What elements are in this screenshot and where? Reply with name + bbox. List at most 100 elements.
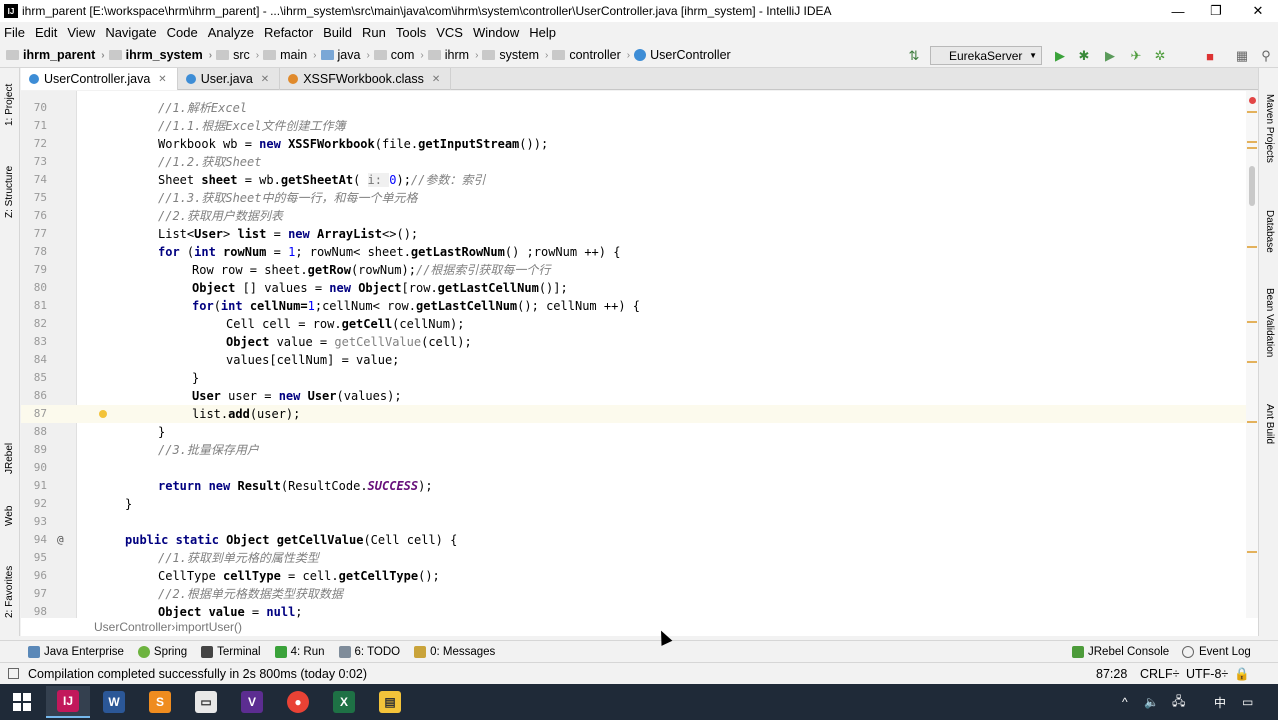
warning-mark[interactable] — [1247, 421, 1257, 423]
taskbar-chrome[interactable]: ● — [276, 686, 320, 718]
run-configuration-select[interactable]: EurekaServer ▼ — [930, 46, 1042, 65]
close-icon[interactable]: ✕ — [158, 74, 166, 85]
tool-todo[interactable]: 6: TODO — [338, 645, 400, 658]
menu-refactor[interactable]: Refactor — [264, 25, 313, 40]
menu-code[interactable]: Code — [167, 25, 198, 40]
menu-file[interactable]: File — [4, 25, 25, 40]
jrebel-debug-icon[interactable]: ✲ — [1152, 48, 1168, 64]
breadcrumb-ihrm-parent[interactable]: ihrm_parent › — [6, 48, 105, 62]
taskbar-intellij[interactable]: IJ — [46, 686, 90, 718]
warning-mark[interactable] — [1247, 147, 1257, 149]
code-editor[interactable]: 70 //1.解析Excel 71 //1.1.根据Excel文件创建工作簿 72 W… — [21, 91, 1246, 618]
breadcrumb-com[interactable]: com › — [373, 48, 424, 62]
debug-icon[interactable]: ✱ — [1076, 48, 1092, 64]
search-everywhere-icon[interactable]: ⚲ — [1258, 48, 1274, 64]
tab-xssfworkbook[interactable]: XSSFWorkbook.class ✕ — [280, 68, 452, 90]
menu-run[interactable]: Run — [362, 25, 386, 40]
taskbar-visual-studio[interactable]: V — [230, 686, 274, 718]
breadcrumb-system[interactable]: system › — [482, 48, 548, 62]
breadcrumb-method[interactable]: importUser() — [175, 620, 242, 634]
tray-ime-icon[interactable]: 中 — [1214, 684, 1226, 720]
close-icon[interactable]: ✕ — [432, 74, 440, 85]
lightbulb-icon[interactable] — [99, 410, 107, 418]
breadcrumb-src[interactable]: src › — [216, 48, 259, 62]
tray-volume-icon[interactable]: 🔈 — [1144, 684, 1159, 720]
breadcrumb-ihrm[interactable]: ihrm › — [427, 48, 478, 62]
caret-position[interactable]: 87:28 — [1096, 663, 1127, 685]
tool-bean-validation[interactable]: Bean Validation — [1264, 288, 1275, 357]
tool-messages[interactable]: 0: Messages — [414, 645, 495, 658]
editor-scrollbar[interactable] — [1246, 91, 1258, 618]
close-icon[interactable]: ✕ — [261, 74, 269, 85]
warning-mark[interactable] — [1247, 141, 1257, 143]
tool-run[interactable]: 4: Run — [274, 645, 325, 658]
tool-maven-projects[interactable]: Maven Projects — [1264, 94, 1275, 163]
error-indicator-icon[interactable] — [1249, 97, 1256, 104]
menu-analyze[interactable]: Analyze — [208, 25, 254, 40]
breadcrumb-main[interactable]: main › — [263, 48, 317, 62]
coverage-icon[interactable]: ▶ — [1102, 48, 1118, 64]
tool-web[interactable]: Web — [4, 506, 15, 526]
stop-icon[interactable]: ■ — [1202, 48, 1218, 64]
tool-java-enterprise[interactable]: Java Enterprise — [28, 645, 124, 658]
minimize-button[interactable]: — — [1158, 0, 1198, 22]
tool-structure[interactable]: Z: Structure — [4, 166, 15, 218]
warning-mark[interactable] — [1247, 246, 1257, 248]
taskbar-excel[interactable]: X — [322, 686, 366, 718]
keyword: new — [288, 227, 317, 241]
breadcrumb-usercontroller[interactable]: UserController — [634, 48, 731, 62]
tab-usercontroller[interactable]: UserController.java ✕ — [21, 68, 178, 90]
close-button[interactable]: ✕ — [1238, 0, 1278, 22]
tool-jrebel-console[interactable]: JRebel Console — [1072, 641, 1169, 663]
tool-spring[interactable]: Spring — [137, 645, 187, 658]
file-encoding[interactable]: UTF-8÷ — [1186, 663, 1228, 685]
tray-notification-icon[interactable]: ▭ — [1242, 684, 1253, 720]
menu-navigate[interactable]: Navigate — [105, 25, 156, 40]
taskbar-file-explorer[interactable]: ▤ — [368, 686, 412, 718]
windows-start-icon[interactable] — [0, 686, 44, 718]
maximize-button[interactable]: ❐ — [1196, 0, 1236, 22]
tool-jrebel[interactable]: JRebel — [4, 443, 15, 474]
line-number: 77 — [33, 227, 47, 240]
warning-mark[interactable] — [1247, 321, 1257, 323]
lock-icon[interactable]: 🔒 — [1234, 663, 1250, 685]
mapping-icon[interactable]: @ — [57, 531, 64, 549]
tab-user[interactable]: User.java ✕ — [178, 68, 281, 90]
tool-terminal[interactable]: Terminal — [201, 645, 261, 658]
tool-event-log[interactable]: Event Log — [1182, 641, 1251, 663]
taskbar-window[interactable]: ▭ — [184, 686, 228, 718]
toggle-tool-windows-icon[interactable] — [8, 668, 19, 679]
tray-network-icon[interactable]: 🖧 — [1172, 684, 1185, 720]
menu-window[interactable]: Window — [473, 25, 519, 40]
jrebel-run-icon[interactable]: ✈ — [1128, 48, 1144, 64]
tool-favorites[interactable]: 2: Favorites — [4, 566, 15, 618]
tool-database[interactable]: Database — [1264, 210, 1275, 253]
breadcrumb-ihrm-system[interactable]: ihrm_system › — [108, 48, 212, 62]
code-token: cellType — [223, 569, 281, 583]
build-arrows-icon[interactable]: ⇅ — [906, 48, 922, 64]
run-icon[interactable]: ▶ — [1052, 48, 1068, 64]
taskbar-sublime[interactable]: S — [138, 686, 182, 718]
warning-mark[interactable] — [1247, 111, 1257, 113]
warning-mark[interactable] — [1247, 551, 1257, 553]
menu-build[interactable]: Build — [323, 25, 352, 40]
tool-project[interactable]: 1: Project — [4, 84, 15, 126]
tool-ant-build[interactable]: Ant Build — [1264, 404, 1275, 444]
menu-help[interactable]: Help — [529, 25, 556, 40]
code-token: getLastCellNum — [437, 281, 539, 295]
warning-mark[interactable] — [1247, 361, 1257, 363]
breadcrumb-controller[interactable]: controller › — [552, 48, 630, 62]
breadcrumb-java[interactable]: java › — [320, 48, 370, 62]
taskbar-word[interactable]: W — [92, 686, 136, 718]
todo-icon — [338, 645, 351, 658]
line-separator[interactable]: CRLF÷ — [1140, 663, 1180, 685]
tray-chevron-icon[interactable]: ^ — [1122, 684, 1128, 720]
menu-view[interactable]: View — [67, 25, 95, 40]
menu-vcs[interactable]: VCS — [436, 25, 463, 40]
project-structure-icon[interactable]: ▦ — [1234, 48, 1250, 64]
line-number: 97 — [33, 587, 47, 600]
scrollbar-thumb[interactable] — [1249, 166, 1255, 206]
menu-edit[interactable]: Edit — [35, 25, 57, 40]
menu-tools[interactable]: Tools — [396, 25, 426, 40]
breadcrumb-class[interactable]: UserController — [94, 620, 171, 634]
